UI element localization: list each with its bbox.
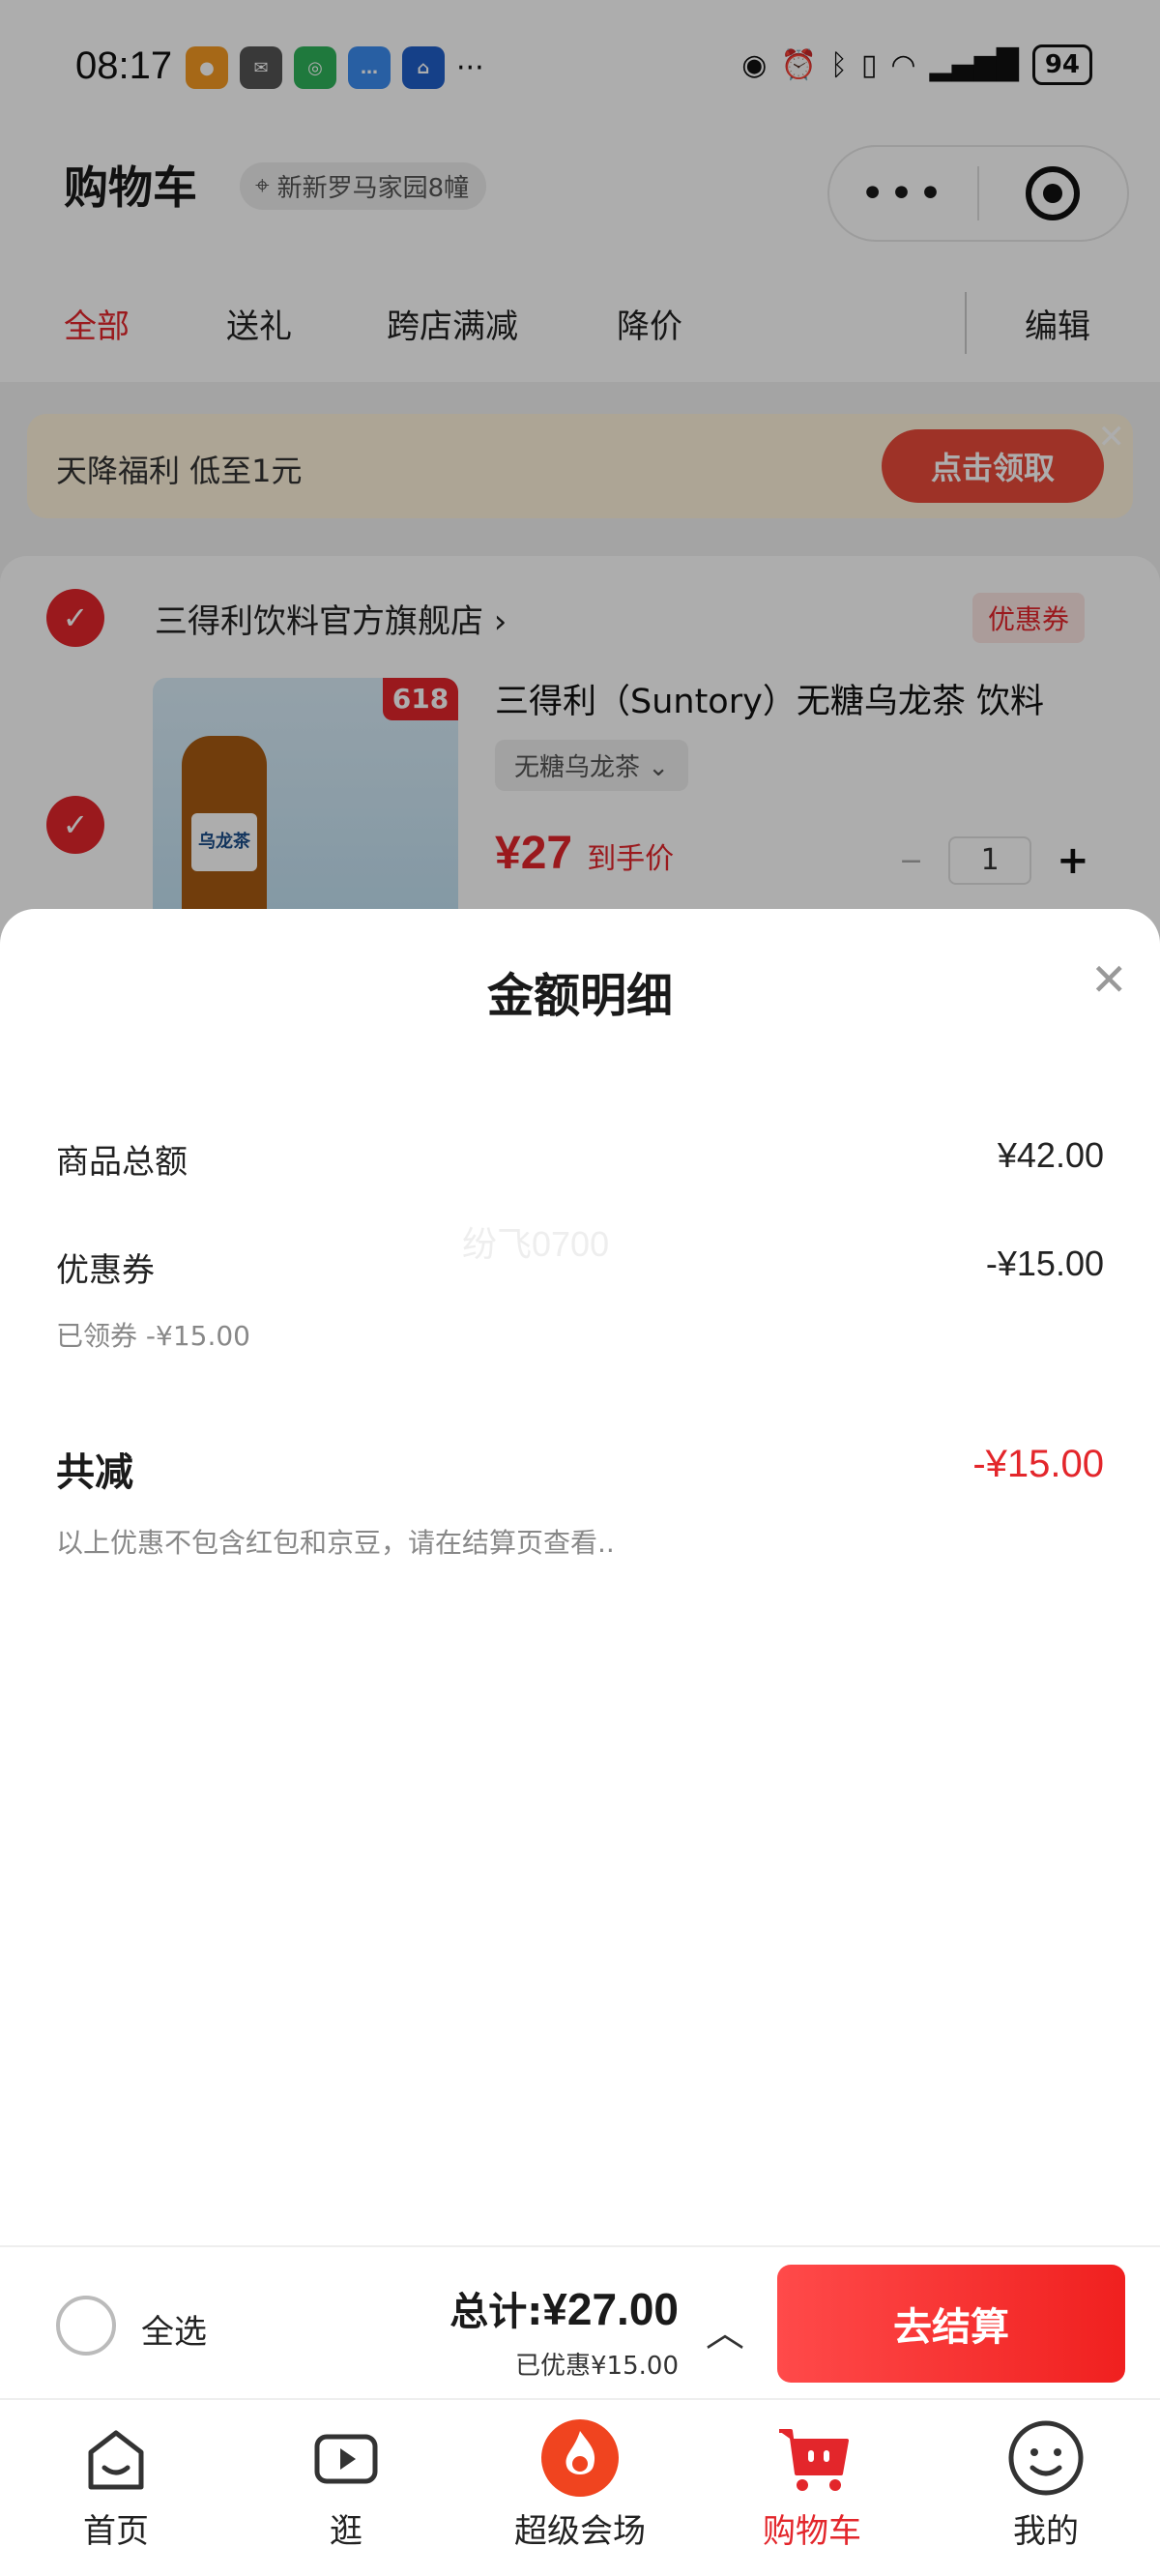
nav-profile[interactable]: 我的 <box>949 2417 1143 2552</box>
home-icon <box>75 2417 157 2499</box>
sheet-title: 金额明细 <box>486 969 673 1023</box>
select-all-label[interactable]: 全选 <box>141 2305 207 2353</box>
nav-cart-label: 购物车 <box>763 2512 861 2551</box>
nav-browse-label: 逛 <box>330 2512 362 2551</box>
nav-cart[interactable]: 购物车 <box>715 2417 909 2552</box>
coupon-detail: 已领券 -¥15.00 <box>56 1320 250 1352</box>
cart-icon <box>771 2417 853 2499</box>
total-line: 总计:¥27.00 <box>450 2280 679 2336</box>
total-amount: ¥27.00 <box>542 2284 679 2334</box>
checkout-button[interactable]: 去结算 <box>777 2265 1125 2383</box>
nav-home[interactable]: 首页 <box>19 2417 213 2552</box>
watermark: 纷飞0700 <box>462 1224 610 1264</box>
saved-amount: 已优惠¥15.00 <box>515 2352 679 2381</box>
nav-browse[interactable]: 逛 <box>249 2417 443 2552</box>
nav-home-label: 首页 <box>83 2512 149 2551</box>
video-icon <box>305 2417 387 2499</box>
goods-total-value: ¥42.00 <box>997 1135 1104 1175</box>
total-label: 总计: <box>450 2290 543 2334</box>
chevron-up-icon[interactable]: ︿ <box>706 2301 744 2357</box>
coupon-label: 优惠券 <box>56 1251 155 1290</box>
bottom-nav: 首页 逛 超级会场 购物车 我的 <box>0 2398 1160 2576</box>
total-discount-value: -¥15.00 <box>972 1443 1104 1485</box>
select-all-radio[interactable] <box>56 2296 116 2356</box>
total-discount-label: 共减 <box>56 1450 133 1495</box>
nav-super-venue[interactable]: 超级会场 <box>483 2417 677 2552</box>
checkout-bar: 全选 总计:¥27.00 已优惠¥15.00 ︿ 去结算 <box>0 2245 1160 2398</box>
super-venue-icon <box>539 2417 621 2499</box>
close-icon[interactable]: ✕ <box>1090 953 1128 1006</box>
goods-total-label: 商品总额 <box>56 1143 188 1182</box>
nav-super-venue-label: 超级会场 <box>514 2512 646 2551</box>
discount-note: 以上优惠不包含红包和京豆，请在结算页查看.. <box>56 1527 615 1559</box>
nav-profile-label: 我的 <box>1013 2512 1079 2551</box>
coupon-value: -¥15.00 <box>985 1244 1104 1283</box>
profile-icon <box>1005 2417 1087 2499</box>
